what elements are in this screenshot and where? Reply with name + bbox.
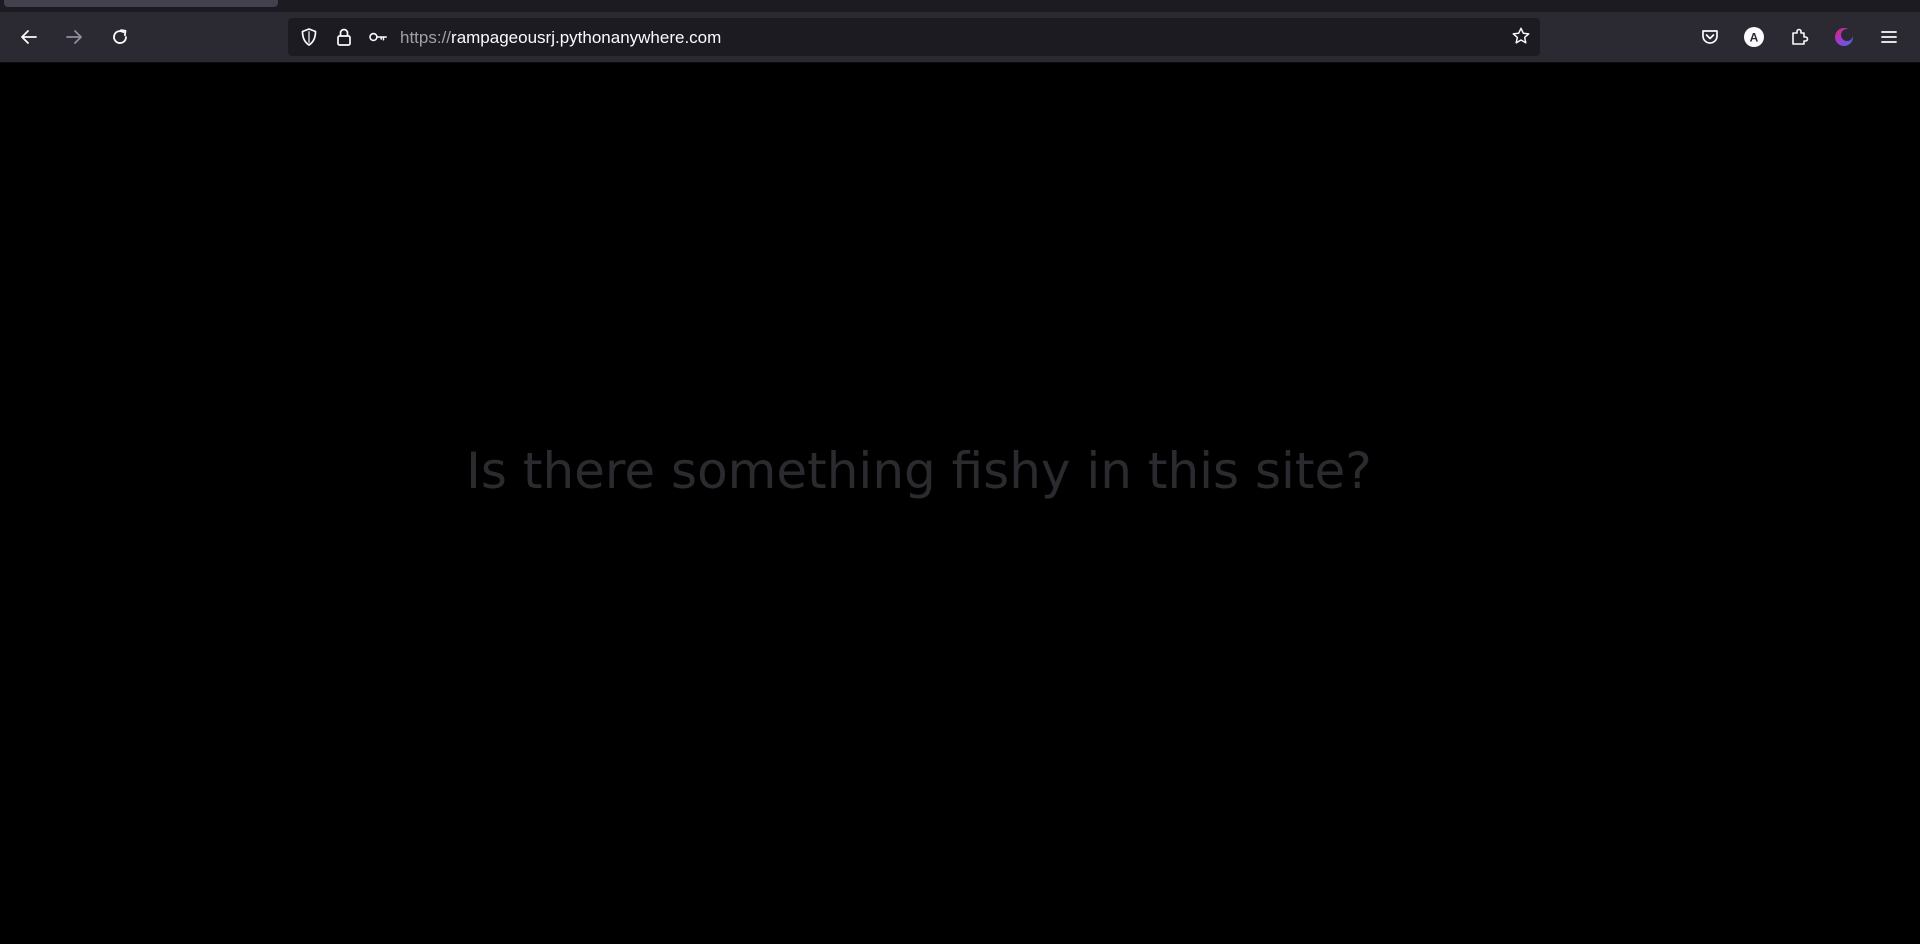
page-content: Is there something fishy in this site?	[0, 63, 1920, 944]
lock-icon[interactable]	[334, 27, 354, 47]
back-icon	[21, 30, 37, 44]
account-button[interactable]: A	[1737, 20, 1771, 54]
colorful-extension-icon	[1835, 28, 1853, 46]
shield-icon[interactable]	[299, 27, 319, 47]
back-button[interactable]	[12, 20, 46, 54]
active-tab[interactable]	[4, 0, 278, 7]
pocket-icon	[1702, 30, 1718, 44]
forward-button[interactable]	[57, 20, 91, 54]
account-initial: A	[1750, 31, 1759, 45]
url-scheme: https://	[400, 28, 452, 47]
reload-icon	[113, 29, 127, 44]
url-host: rampageousrj.pythonanywhere.com	[451, 28, 722, 47]
extensions-button[interactable]	[1782, 20, 1816, 54]
star-icon	[1512, 27, 1530, 44]
navigation-toolbar: https://rampageousrj.pythonanywhere.com …	[0, 12, 1920, 63]
menu-icon	[1881, 31, 1897, 43]
url-text[interactable]: https://rampageousrj.pythonanywhere.com	[400, 28, 721, 48]
reload-button[interactable]	[103, 20, 137, 54]
bookmark-star-button[interactable]	[1511, 26, 1531, 46]
forward-icon	[66, 30, 82, 44]
menu-button[interactable]	[1872, 20, 1906, 54]
extensions-icon	[1792, 28, 1809, 45]
address-bar[interactable]: https://rampageousrj.pythonanywhere.com	[288, 18, 1540, 56]
account-icon: A	[1744, 27, 1764, 47]
page-headline: Is there something fishy in this site?	[466, 442, 1372, 500]
key-icon[interactable]	[368, 27, 388, 47]
colorful-extension-button[interactable]	[1827, 20, 1861, 54]
tab-strip	[0, 0, 1920, 12]
pocket-button[interactable]	[1693, 20, 1727, 54]
